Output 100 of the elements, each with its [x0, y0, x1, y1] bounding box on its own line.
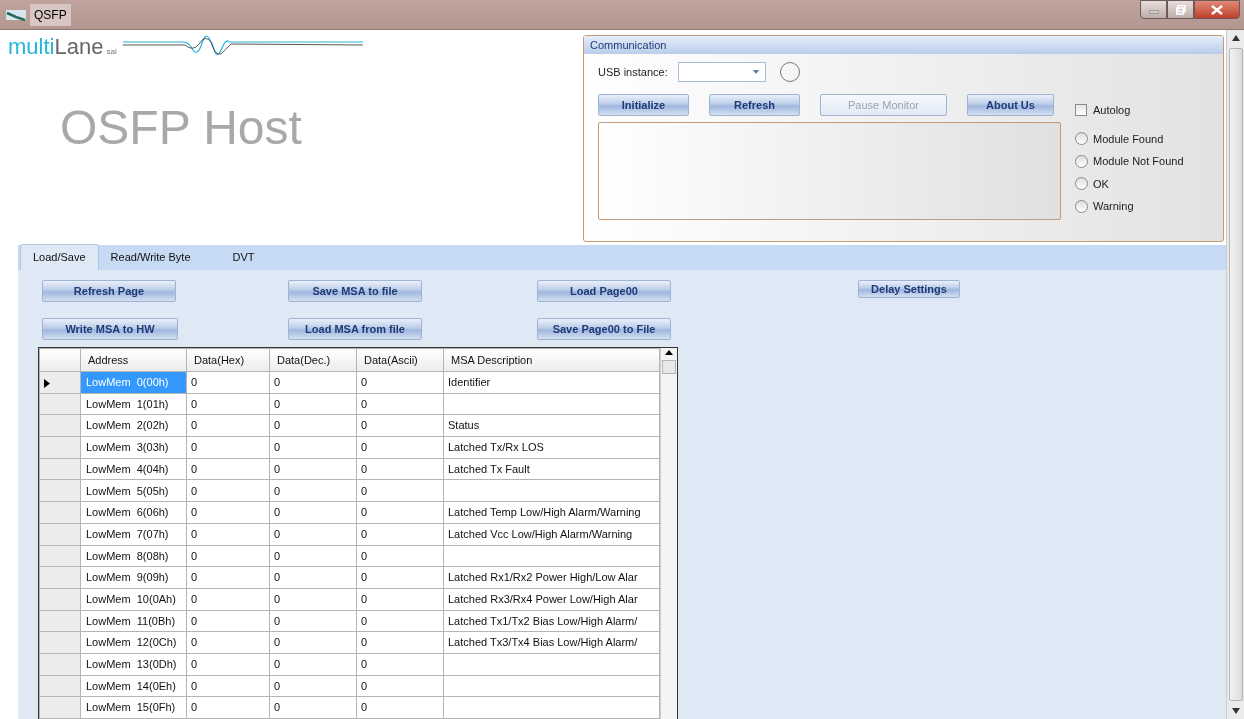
table-cell: 0	[269, 675, 357, 697]
action-button[interactable]: Load Page00	[537, 280, 671, 302]
table-cell: LowMem 10(0Ah)	[80, 588, 187, 611]
restore-button[interactable]	[1167, 0, 1194, 19]
radio-button[interactable]	[1075, 132, 1088, 146]
action-button[interactable]: Refresh	[709, 94, 800, 116]
column-header[interactable]: Data(Ascii)	[356, 348, 444, 372]
table-cell: Latched Tx/Rx LOS	[443, 436, 660, 459]
close-icon	[1211, 4, 1223, 15]
column-header[interactable]: Data(Hex)	[186, 348, 270, 372]
action-button[interactable]: Load MSA from file	[288, 318, 422, 340]
radio-label: Module Found	[1093, 131, 1164, 147]
checkbox[interactable]	[1075, 104, 1087, 117]
table-cell: 0	[269, 523, 357, 545]
table-cell: 0	[356, 371, 444, 394]
table-cell: 0	[356, 479, 444, 502]
checkbox-label: Autolog	[1093, 103, 1131, 118]
action-button[interactable]: Delay Settings	[858, 280, 960, 298]
table-cell: LowMem 11(0Bh)	[80, 610, 187, 632]
table-cell: 0	[356, 610, 444, 632]
table-cell: 0	[269, 371, 357, 394]
table-cell: 0	[356, 696, 444, 719]
table-cell: 0	[186, 566, 270, 589]
column-header[interactable]: MSA Description	[443, 348, 660, 372]
table-cell: 0	[186, 501, 270, 524]
table-cell: 0	[269, 545, 357, 567]
scroll-thumb[interactable]	[1228, 48, 1243, 701]
tab[interactable]: Read/Write Byte	[98, 244, 203, 270]
table-cell: Latched Temp Low/High Alarm/Warning	[443, 501, 660, 524]
table-cell: Status	[443, 414, 660, 437]
table-cell: 0	[356, 501, 444, 524]
table-cell: 0	[356, 653, 444, 676]
logo-text: multiLane sal	[8, 35, 117, 58]
table-cell: 0	[186, 588, 270, 611]
minimize-button[interactable]	[1140, 0, 1167, 19]
table-cell: 0	[356, 545, 444, 567]
table-cell: Identifier	[443, 371, 660, 394]
table-cell: Latched Tx Fault	[443, 458, 660, 480]
table-cell: 0	[269, 414, 357, 437]
table-cell: Latched Rx1/Rx2 Power High/Low Alar	[443, 566, 660, 589]
table-cell: 0	[186, 523, 270, 545]
table-cell: LowMem 3(03h)	[80, 436, 187, 459]
action-button[interactable]: Write MSA to HW	[42, 318, 178, 340]
table-cell: LowMem 13(0Dh)	[80, 653, 187, 676]
table-cell: LowMem 5(05h)	[80, 479, 187, 502]
table-cell: LowMem 15(0Fh)	[80, 696, 187, 719]
table-cell: 0	[186, 414, 270, 437]
tab[interactable]: Load/Save	[20, 243, 99, 270]
table-cell: 0	[186, 436, 270, 459]
action-button[interactable]: Save Page00 to File	[537, 318, 671, 340]
action-button[interactable]: Initialize	[598, 94, 689, 116]
column-header[interactable]: Address	[80, 348, 187, 372]
table-cell: 0	[186, 631, 270, 654]
scroll-up-icon[interactable]	[1230, 34, 1241, 42]
radio-button[interactable]	[1075, 177, 1088, 191]
window-title: QSFP	[30, 3, 71, 26]
table-cell: 0	[186, 393, 270, 415]
table-cell: 0	[269, 458, 357, 480]
table-cell: 0	[269, 501, 357, 524]
radio-label: Module Not Found	[1093, 154, 1184, 169]
table-cell: LowMem 14(0Eh)	[80, 675, 187, 697]
table-cell: LowMem 8(08h)	[80, 545, 187, 567]
panel-title: Communication	[584, 36, 1223, 54]
table-cell: 0	[356, 458, 444, 480]
table-cell: 0	[356, 631, 444, 654]
table-cell: 0	[186, 371, 270, 394]
close-button[interactable]	[1194, 0, 1240, 19]
table-cell: 0	[356, 414, 444, 437]
table-cell: 0	[356, 588, 444, 611]
table-cell: 0	[269, 588, 357, 611]
app-title: OSFP Host	[60, 104, 303, 152]
table-cell: LowMem 6(06h)	[80, 501, 187, 524]
row-header[interactable]	[39, 371, 81, 394]
radio-label: OK	[1093, 176, 1109, 192]
table-cell: 0	[269, 566, 357, 589]
table-cell: 0	[356, 436, 444, 459]
scrollbar[interactable]	[1226, 30, 1244, 719]
table-cell: 0	[186, 479, 270, 502]
table-cell: LowMem 12(0Ch)	[80, 631, 187, 654]
table-cell: 0	[356, 566, 444, 589]
scroll-down-icon[interactable]	[1230, 707, 1241, 715]
table-cell: Latched Tx3/Tx4 Bias Low/High Alarm/	[443, 631, 660, 654]
table-cell: LowMem 1(01h)	[80, 393, 187, 415]
scroll-up-icon[interactable]	[664, 348, 674, 358]
action-button[interactable]: Refresh Page	[42, 280, 176, 302]
column-header[interactable]: Data(Dec.)	[269, 348, 357, 372]
scrollbar[interactable]	[660, 348, 677, 719]
dropdown-arrow-icon	[752, 70, 759, 74]
action-button[interactable]: About Us	[967, 94, 1054, 116]
tab[interactable]: DVT	[202, 244, 267, 270]
table-cell: Latched Vcc Low/High Alarm/Warning	[443, 523, 660, 545]
table-cell: LowMem 2(02h)	[80, 414, 187, 437]
usb-instance-dropdown[interactable]	[677, 62, 766, 82]
action-button[interactable]: Save MSA to file	[288, 280, 422, 302]
radio-button[interactable]	[1075, 154, 1088, 168]
table-cell: 0	[269, 653, 357, 676]
table-cell: LowMem 7(07h)	[80, 523, 187, 545]
radio-button[interactable]	[1075, 199, 1088, 213]
scroll-thumb[interactable]	[662, 360, 676, 374]
table-cell: 0	[269, 479, 357, 502]
